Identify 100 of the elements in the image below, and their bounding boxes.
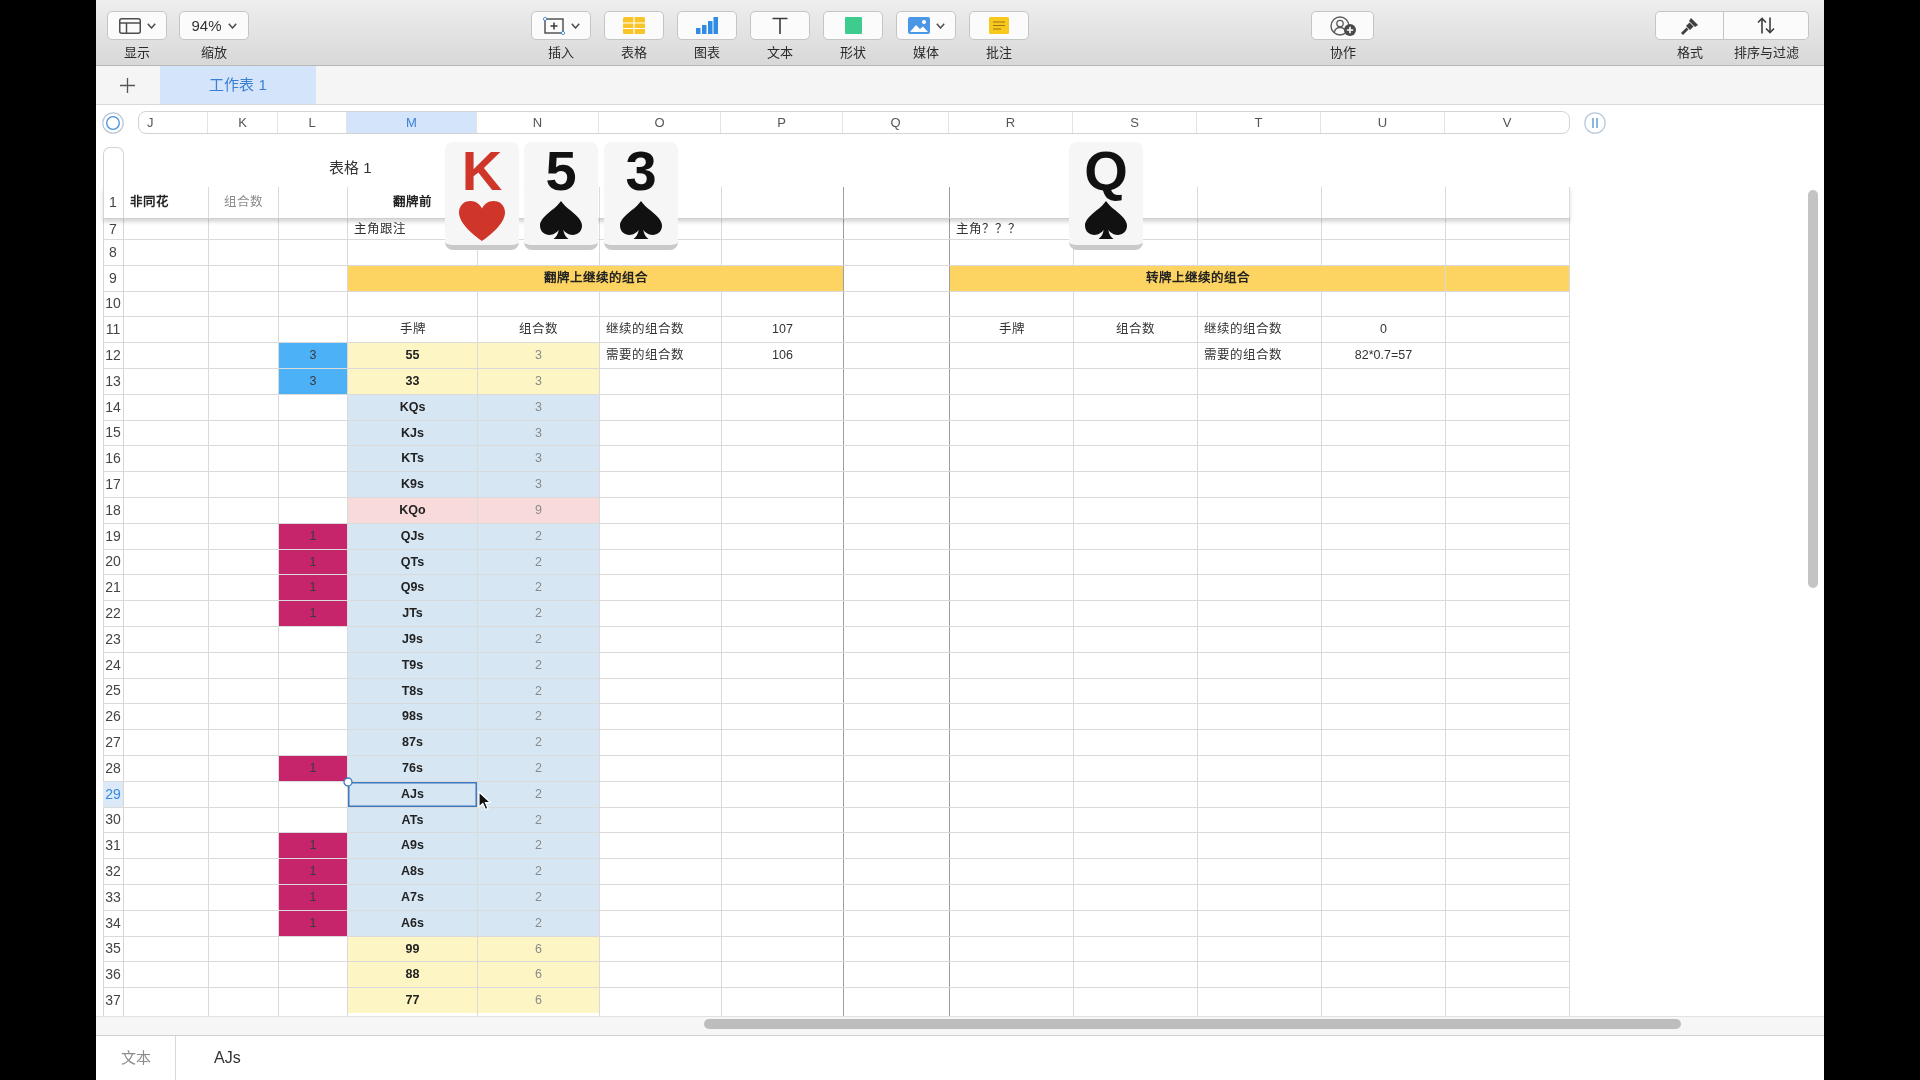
toolbar-label: 批注 (986, 45, 1012, 61)
row-number[interactable]: 22 (103, 601, 124, 627)
comment-button[interactable] (969, 11, 1029, 40)
row-number[interactable]: 1 (103, 187, 124, 218)
row-number[interactable]: 27 (103, 730, 124, 756)
column-header[interactable]: O (599, 112, 721, 133)
column-header[interactable]: P (721, 112, 843, 133)
table-cell: 55 (348, 343, 478, 369)
table-cell: A6s (348, 910, 478, 937)
table-cell: K9s (348, 472, 478, 498)
column-header[interactable]: Q (843, 112, 949, 133)
column-header[interactable]: R (949, 112, 1073, 133)
row-number[interactable]: 7 (103, 219, 124, 240)
row-number[interactable]: 11 (103, 317, 124, 344)
grid-icon (623, 17, 645, 34)
table-cell: 1 (279, 601, 348, 627)
table-cell: 2 (478, 678, 600, 705)
row-number[interactable]: 35 (103, 936, 124, 963)
heart-icon (459, 201, 505, 241)
row-number[interactable]: 36 (103, 962, 124, 989)
row-number[interactable]: 30 (103, 807, 124, 834)
table-cell-text: 手牌 (398, 321, 427, 339)
row-number[interactable]: 16 (103, 446, 124, 473)
toolbar-label: 格式 (1676, 45, 1703, 61)
row-number[interactable]: 25 (103, 678, 124, 705)
row-number[interactable]: 12 (103, 343, 124, 369)
table-cell: QJs (348, 523, 478, 550)
column-header[interactable]: J (139, 112, 208, 133)
text-icon (772, 17, 788, 34)
row-number[interactable]: 17 (103, 472, 124, 498)
column-header[interactable]: K (208, 112, 278, 133)
ring-icon[interactable] (102, 111, 124, 134)
table-cell: 2 (478, 730, 600, 756)
table-cell: 2 (478, 601, 600, 627)
row-number[interactable]: 33 (103, 884, 124, 911)
row-number[interactable]: 8 (103, 240, 124, 266)
zoom-button[interactable]: 94% (179, 11, 249, 40)
row-number[interactable]: 32 (103, 859, 124, 885)
table-cell: 2 (478, 884, 600, 911)
row-number[interactable]: 24 (103, 652, 124, 679)
row-number[interactable]: 14 (103, 394, 124, 421)
vertical-scrollbar[interactable] (1808, 190, 1818, 588)
table-cell: 87s (348, 730, 478, 756)
table-cell: 98s (348, 704, 478, 731)
table-cell-text: 0 (1379, 321, 1388, 339)
spade-icon (1085, 201, 1127, 239)
row-number[interactable]: 23 (103, 626, 124, 653)
text-button[interactable] (750, 11, 810, 40)
toolbar-label: 文本 (767, 45, 793, 61)
table-cell-text: 主角？？？ (955, 220, 1022, 238)
row-number[interactable]: 28 (103, 755, 124, 782)
row-number[interactable]: 34 (103, 910, 124, 937)
row-number[interactable]: 19 (103, 523, 124, 550)
table-button[interactable] (604, 11, 664, 40)
row-number[interactable]: 20 (103, 549, 124, 576)
row-number[interactable]: 13 (103, 369, 124, 395)
format-button[interactable] (1655, 11, 1724, 40)
collaborate-button[interactable] (1311, 11, 1374, 40)
shape-button[interactable] (823, 11, 883, 40)
row-number[interactable]: 21 (103, 575, 124, 602)
view-button[interactable] (107, 11, 167, 40)
plus-icon (119, 77, 135, 93)
table-cell-text: 继续的组合数 (1203, 321, 1283, 339)
insert-button[interactable] (531, 11, 591, 40)
table-handle[interactable] (103, 147, 124, 187)
table-cell: 2 (478, 704, 600, 731)
media-button[interactable] (896, 11, 956, 40)
table-cell: 3 (478, 369, 600, 395)
chart-button[interactable] (677, 11, 737, 40)
table-cell-text: 组合数 (1115, 321, 1156, 339)
toolbar-label: 形状 (840, 45, 866, 61)
table-cell: 9 (478, 497, 600, 524)
column-header[interactable]: S (1073, 112, 1197, 133)
row-number[interactable]: 15 (103, 420, 124, 447)
formula-field[interactable]: AJs (176, 1036, 1824, 1080)
table-cell: 3 (478, 394, 600, 421)
row-number[interactable]: 31 (103, 833, 124, 860)
double-bar-icon[interactable] (1584, 111, 1606, 134)
horizontal-scrollbar[interactable] (704, 1019, 1681, 1029)
table-cell: Q9s (348, 575, 478, 602)
row-number[interactable]: 26 (103, 704, 124, 731)
table-cell: 2 (478, 833, 600, 860)
row-number[interactable]: 18 (103, 497, 124, 524)
column-header[interactable]: V (1445, 112, 1569, 133)
caret-icon (146, 22, 156, 29)
note-icon (989, 17, 1009, 34)
column-header[interactable]: U (1321, 112, 1445, 133)
toolbar-label: 媒体 (913, 45, 939, 61)
row-number[interactable]: 9 (103, 265, 124, 292)
selection-handle-icon[interactable] (343, 776, 353, 787)
column-header[interactable]: T (1197, 112, 1321, 133)
row-number[interactable]: 10 (103, 291, 124, 318)
table-cell: 33 (348, 369, 478, 395)
toolbar-label: 表格 (621, 45, 647, 61)
sort-button[interactable] (1724, 11, 1809, 40)
table-cell: 2 (478, 575, 600, 602)
table-cell: 3 (279, 343, 348, 369)
row-number[interactable]: 37 (103, 988, 124, 1014)
spade-icon (540, 201, 582, 239)
column-header[interactable]: N (477, 112, 599, 133)
